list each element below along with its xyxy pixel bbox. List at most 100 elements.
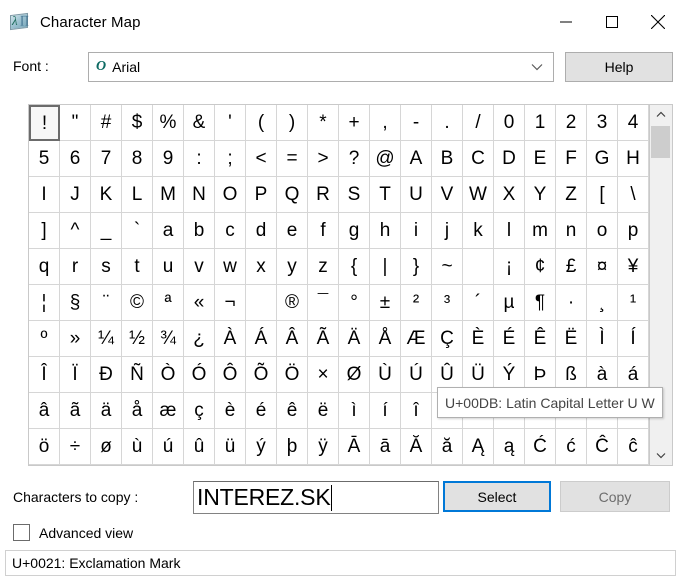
character-cell[interactable]: q [29, 249, 60, 285]
character-cell[interactable]: 5 [29, 141, 60, 177]
chevron-down-icon[interactable] [531, 53, 543, 81]
character-cell[interactable]: ú [153, 429, 184, 465]
character-cell[interactable]: º [29, 321, 60, 357]
character-cell[interactable]: Ì [587, 321, 618, 357]
character-cell[interactable]: v [184, 249, 215, 285]
character-cell[interactable]: Â [277, 321, 308, 357]
character-cell[interactable]: \ [618, 177, 649, 213]
character-cell[interactable]: Ø [339, 357, 370, 393]
character-cell[interactable]: Ð [91, 357, 122, 393]
character-cell[interactable]: ´ [463, 285, 494, 321]
character-cell[interactable]: é [246, 393, 277, 429]
character-cell[interactable]: ] [29, 213, 60, 249]
character-cell[interactable]: { [339, 249, 370, 285]
character-cell[interactable]: e [277, 213, 308, 249]
scroll-up-button[interactable] [650, 105, 671, 124]
character-cell[interactable]: í [370, 393, 401, 429]
character-cell[interactable]: × [308, 357, 339, 393]
character-cell[interactable]: L [122, 177, 153, 213]
character-cell[interactable]: 3 [587, 105, 618, 141]
character-cell[interactable]: ² [401, 285, 432, 321]
character-cell[interactable]: È [463, 321, 494, 357]
character-cell[interactable]: [ [587, 177, 618, 213]
character-cell[interactable]: ! [29, 105, 60, 141]
character-cell[interactable]: - [401, 105, 432, 141]
character-cell[interactable]: ¦ [29, 285, 60, 321]
character-cell[interactable]: Ą [463, 429, 494, 465]
help-button[interactable]: Help [565, 52, 673, 82]
character-cell[interactable]: ¯ [308, 285, 339, 321]
character-cell[interactable] [463, 249, 494, 285]
character-cell[interactable]: ā [370, 429, 401, 465]
character-cell[interactable]: ± [370, 285, 401, 321]
character-cell[interactable]: F [556, 141, 587, 177]
character-cell[interactable]: z [308, 249, 339, 285]
character-cell[interactable]: » [60, 321, 91, 357]
character-cell[interactable]: Ć [525, 429, 556, 465]
character-cell[interactable]: 4 [618, 105, 649, 141]
character-cell[interactable]: ¢ [525, 249, 556, 285]
character-cell[interactable]: Ĉ [587, 429, 618, 465]
character-cell[interactable]: & [184, 105, 215, 141]
character-cell[interactable]: K [91, 177, 122, 213]
character-cell[interactable]: n [556, 213, 587, 249]
character-cell[interactable]: î [401, 393, 432, 429]
character-cell[interactable]: ¡ [494, 249, 525, 285]
character-cell[interactable]: Ó [184, 357, 215, 393]
character-cell[interactable]: h [370, 213, 401, 249]
character-cell[interactable]: â [29, 393, 60, 429]
character-cell[interactable]: À [215, 321, 246, 357]
character-cell[interactable]: } [401, 249, 432, 285]
character-cell[interactable]: ¾ [153, 321, 184, 357]
character-cell[interactable]: # [91, 105, 122, 141]
characters-to-copy-input[interactable]: INTEREZ.SK [193, 481, 439, 514]
character-cell[interactable]: , [370, 105, 401, 141]
character-cell[interactable]: © [122, 285, 153, 321]
character-cell[interactable]: 6 [60, 141, 91, 177]
character-cell[interactable]: b [184, 213, 215, 249]
character-cell[interactable]: / [463, 105, 494, 141]
character-cell[interactable]: O [215, 177, 246, 213]
character-cell[interactable]: ¹ [618, 285, 649, 321]
character-cell[interactable]: Ï [60, 357, 91, 393]
character-cell[interactable]: I [29, 177, 60, 213]
character-cell[interactable]: ë [308, 393, 339, 429]
character-cell[interactable]: ¬ [215, 285, 246, 321]
character-cell[interactable]: < [246, 141, 277, 177]
character-cell[interactable]: Ú [401, 357, 432, 393]
character-cell[interactable]: ù [122, 429, 153, 465]
character-cell[interactable]: ø [91, 429, 122, 465]
character-cell[interactable]: | [370, 249, 401, 285]
character-cell[interactable]: Ê [525, 321, 556, 357]
character-cell[interactable]: ~ [432, 249, 463, 285]
character-cell[interactable]: E [525, 141, 556, 177]
character-cell[interactable]: A [401, 141, 432, 177]
character-cell[interactable]: ă [432, 429, 463, 465]
character-cell[interactable]: å [122, 393, 153, 429]
character-cell[interactable]: ÿ [308, 429, 339, 465]
character-cell[interactable]: ã [60, 393, 91, 429]
character-cell[interactable]: û [184, 429, 215, 465]
character-cell[interactable]: : [184, 141, 215, 177]
character-cell[interactable]: X [494, 177, 525, 213]
character-cell[interactable]: " [60, 105, 91, 141]
advanced-view-row[interactable]: Advanced view [13, 524, 133, 541]
character-cell[interactable]: @ [370, 141, 401, 177]
character-cell[interactable]: Ă [401, 429, 432, 465]
character-cell[interactable]: ü [215, 429, 246, 465]
character-cell[interactable]: p [618, 213, 649, 249]
minimize-button[interactable] [543, 0, 589, 44]
character-cell[interactable]: ¨ [91, 285, 122, 321]
character-cell[interactable]: Q [277, 177, 308, 213]
character-cell[interactable]: + [339, 105, 370, 141]
character-cell[interactable]: Ô [215, 357, 246, 393]
character-cell[interactable]: ª [153, 285, 184, 321]
character-cell[interactable]: ³ [432, 285, 463, 321]
character-cell[interactable]: Æ [401, 321, 432, 357]
character-cell[interactable]: Ñ [122, 357, 153, 393]
character-cell[interactable]: N [184, 177, 215, 213]
character-cell[interactable]: M [153, 177, 184, 213]
close-button[interactable] [635, 0, 681, 44]
font-dropdown[interactable]: O Arial [88, 52, 554, 82]
character-cell[interactable]: § [60, 285, 91, 321]
